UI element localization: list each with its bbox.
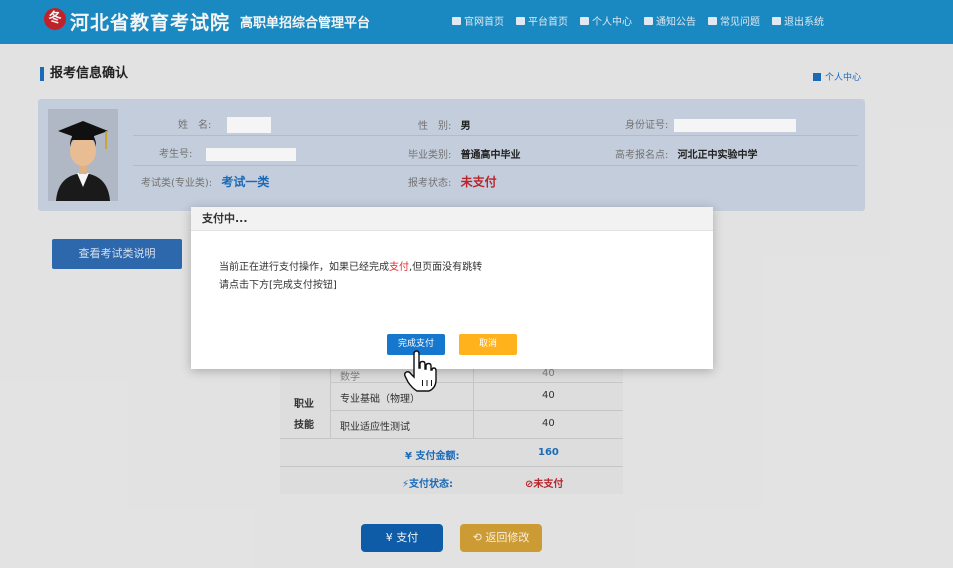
cancel-button[interactable]: 取消 <box>459 334 517 355</box>
dialog-message-highlight: 支付 <box>389 262 409 273</box>
dialog-message-line-2: 请点击下方[完成支付按钮] <box>219 280 337 291</box>
dialog-message-part-a: 当前正在进行支付操作，如果已经完成 <box>219 262 389 273</box>
payment-in-progress-dialog: 支付中... 当前正在进行支付操作，如果已经完成支付,但页面没有跳转 请点击下方… <box>191 207 713 369</box>
dialog-message: 当前正在进行支付操作，如果已经完成支付,但页面没有跳转 请点击下方[完成支付按钮… <box>219 259 482 295</box>
dialog-message-part-b: ,但页面没有跳转 <box>409 262 483 273</box>
dialog-message-line-1: 当前正在进行支付操作，如果已经完成支付,但页面没有跳转 <box>219 259 482 277</box>
dialog-title: 支付中... <box>191 207 713 231</box>
hand-pointer-cursor-icon <box>404 350 438 395</box>
